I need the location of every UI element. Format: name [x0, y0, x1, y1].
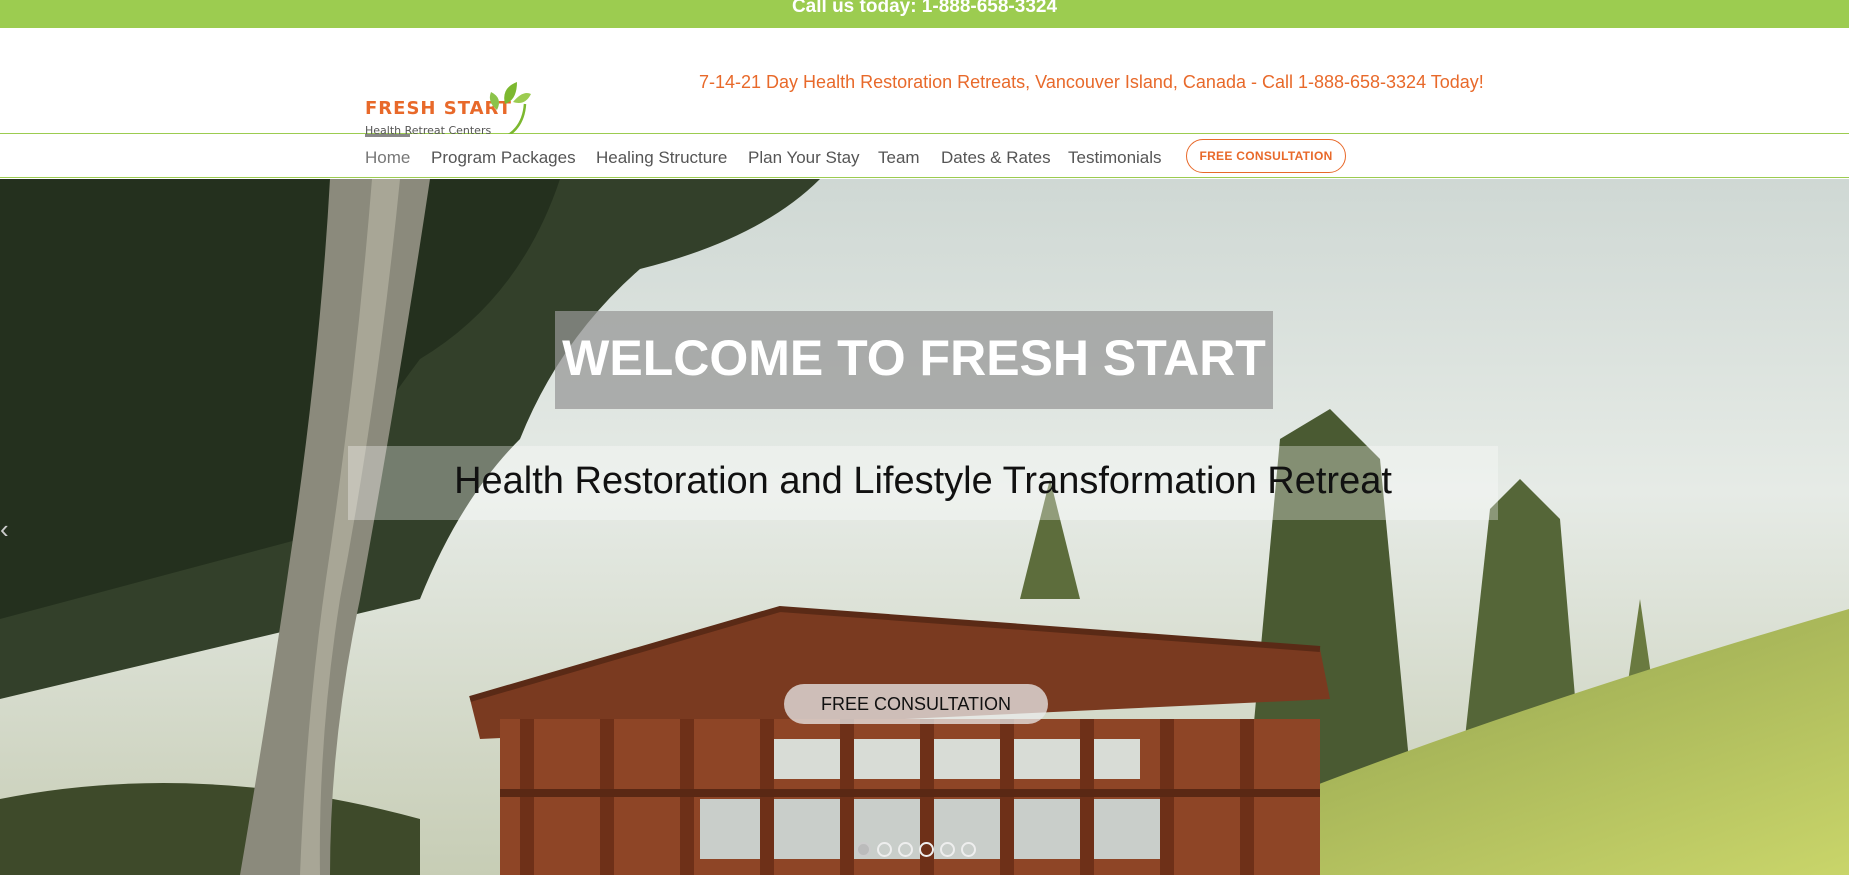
nav-item-home[interactable]: Home [365, 148, 410, 168]
nav-active-indicator [365, 134, 410, 137]
header-tagline: 7-14-21 Day Health Restoration Retreats,… [699, 72, 1484, 92]
main-navigation: Home Program Packages Healing Structure … [0, 134, 1849, 178]
top-call-bar: Call us today: 1-888-658-3324 [0, 0, 1849, 28]
site-header: FRESH START Health Retreat Centers 7-14-… [0, 28, 1849, 144]
hero-background-image [0, 179, 1849, 875]
chevron-left-icon[interactable]: ‹ [0, 514, 9, 545]
slider-dot[interactable] [877, 842, 892, 857]
nav-item-healing-structure[interactable]: Healing Structure [596, 148, 727, 168]
hero-subtitle-box: Health Restoration and Lifestyle Transfo… [348, 446, 1498, 520]
slider-dot[interactable] [940, 842, 955, 857]
slider-dot[interactable] [919, 842, 934, 857]
nav-item-program-packages[interactable]: Program Packages [431, 148, 576, 168]
nav-item-testimonials[interactable]: Testimonials [1068, 148, 1162, 168]
nav-item-dates-rates[interactable]: Dates & Rates [941, 148, 1051, 168]
hero-slider: ‹ WELCOME TO FRESH START Health Restorat… [0, 179, 1849, 875]
slider-dot[interactable] [961, 842, 976, 857]
nav-free-consultation-button[interactable]: FREE CONSULTATION [1186, 139, 1346, 173]
hero-title-box: WELCOME TO FRESH START [555, 311, 1273, 409]
top-call-text: Call us today: 1-888-658-3324 [791, 0, 1058, 17]
hero-title: WELCOME TO FRESH START [562, 330, 1266, 386]
slider-dot[interactable] [856, 842, 871, 857]
hero-subtitle: Health Restoration and Lifestyle Transfo… [454, 460, 1392, 502]
nav-item-plan-your-stay[interactable]: Plan Your Stay [748, 148, 860, 168]
slider-dot[interactable] [898, 842, 913, 857]
hero-free-consultation-button[interactable]: FREE CONSULTATION [784, 684, 1048, 724]
nav-item-team[interactable]: Team [878, 148, 920, 168]
